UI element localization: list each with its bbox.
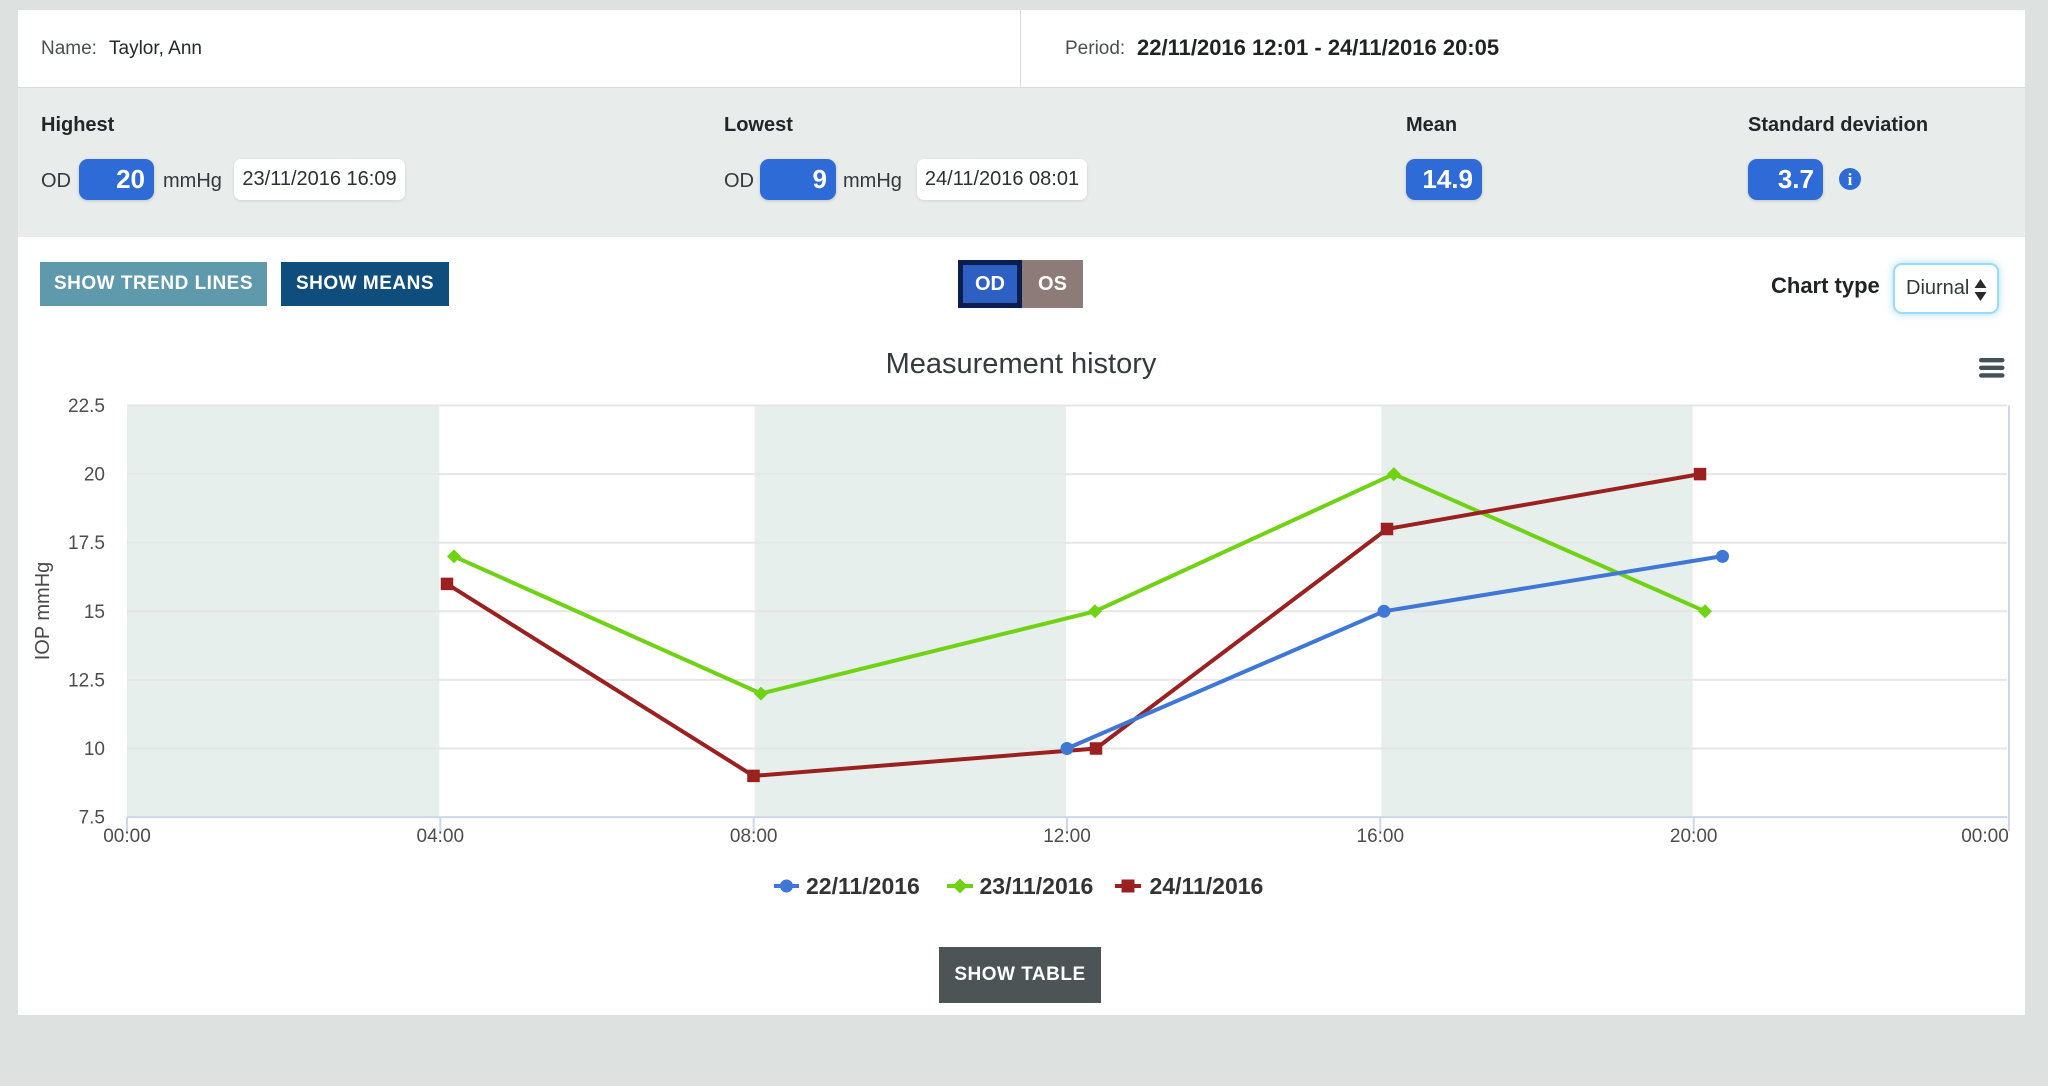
svg-text:22/11/2016: 22/11/2016 xyxy=(806,873,920,899)
svg-text:00:00: 00:00 xyxy=(1961,826,2009,847)
svg-text:15: 15 xyxy=(84,602,105,623)
svg-text:04:00: 04:00 xyxy=(417,826,465,847)
svg-text:12.5: 12.5 xyxy=(68,670,105,691)
svg-text:Measurement history: Measurement history xyxy=(886,348,1157,380)
svg-text:24/11/2016: 24/11/2016 xyxy=(1150,873,1264,899)
svg-text:12:00: 12:00 xyxy=(1043,826,1091,847)
svg-text:17.5: 17.5 xyxy=(68,533,105,554)
svg-text:23/11/2016: 23/11/2016 xyxy=(980,873,1094,899)
svg-text:7.5: 7.5 xyxy=(79,808,105,829)
svg-text:16:00: 16:00 xyxy=(1357,826,1405,847)
svg-text:08:00: 08:00 xyxy=(730,826,778,847)
svg-text:20:00: 20:00 xyxy=(1670,826,1718,847)
svg-text:IOP mmHg: IOP mmHg xyxy=(32,562,54,661)
svg-text:i: i xyxy=(1848,170,1853,189)
svg-text:20: 20 xyxy=(84,465,105,486)
svg-text:22.5: 22.5 xyxy=(68,396,105,417)
svg-text:00:00: 00:00 xyxy=(103,826,151,847)
svg-text:10: 10 xyxy=(84,739,105,760)
